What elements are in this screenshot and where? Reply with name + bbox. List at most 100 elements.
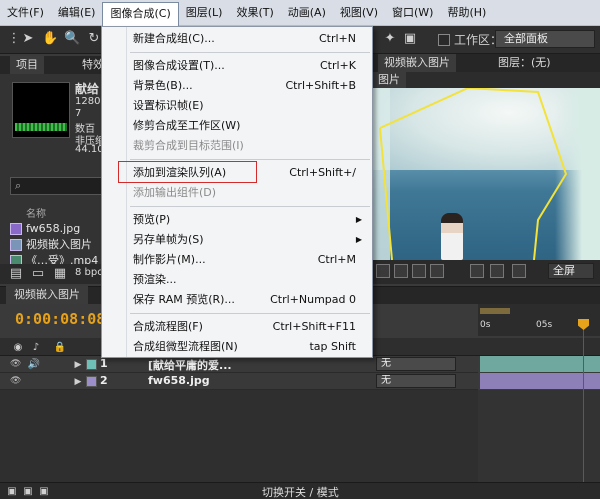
region-of-interest-button[interactable] <box>394 264 408 278</box>
menu-separator <box>130 52 370 53</box>
layer-switches-icon[interactable]: ▣ <box>4 484 20 499</box>
timeline-graph-area <box>478 390 600 482</box>
puppet-tool-icon[interactable]: ✦ <box>382 31 398 47</box>
tab-project[interactable]: 项目 <box>10 56 44 74</box>
menu-view[interactable]: 视图(V) <box>333 2 385 24</box>
snapshot-button[interactable] <box>470 264 484 278</box>
menu-item-composition-settings[interactable]: 图像合成设置(T)... Ctrl+K <box>104 56 372 76</box>
composition-viewer[interactable] <box>372 88 600 260</box>
menu-edit[interactable]: 编辑(E) <box>51 2 103 24</box>
show-channel-button[interactable] <box>490 264 504 278</box>
project-item[interactable]: 视频嵌入图片 <box>8 237 103 253</box>
parent-select[interactable]: 无 <box>376 374 456 388</box>
expand-triangle-icon[interactable]: ▶ <box>70 374 86 390</box>
workspace-checkbox[interactable] <box>438 34 450 46</box>
menu-separator <box>130 313 370 314</box>
search-icon: ⌕ <box>15 179 22 192</box>
project-search-input[interactable]: ⌕ <box>10 177 105 195</box>
label-color-swatch[interactable] <box>86 376 97 387</box>
menu-item-comp-flowchart[interactable]: 合成流程图(F) Ctrl+Shift+F11 <box>104 317 372 337</box>
lock-icon: 🔒 <box>53 342 67 353</box>
speaker-icon[interactable]: 🔊 <box>26 357 42 373</box>
parent-select[interactable]: 无 <box>376 357 456 371</box>
menu-bar: 文件(F) 编辑(E) 图像合成(C) 图层(L) 效果(T) 动画(A) 视图… <box>0 0 600 26</box>
menu-item-pre-render[interactable]: 预渲染... <box>104 270 372 290</box>
layer-duration-bar[interactable] <box>480 356 600 372</box>
expand-triangle-icon[interactable]: ▶ <box>70 357 86 373</box>
tab-comp-name[interactable]: 图片 <box>372 72 406 88</box>
selection-tool-icon[interactable]: ➤ <box>20 31 36 47</box>
new-folder-icon[interactable]: ▭ <box>30 266 46 282</box>
name-column-header[interactable]: 名称 <box>8 205 103 220</box>
mask-visibility-button[interactable] <box>430 264 444 278</box>
mask-path-line[interactable] <box>379 88 568 260</box>
menu-item-trim-comp-to-work-area[interactable]: 修剪合成至工作区(W) <box>104 116 372 136</box>
menu-item-save-ram-preview[interactable]: 保存 RAM 预览(R)... Ctrl+Numpad 0 <box>104 290 372 310</box>
workspace-select[interactable]: 全部面板 <box>495 30 595 48</box>
menu-effect[interactable]: 效果(T) <box>229 2 280 24</box>
menu-item-preview[interactable]: 预览(P) ▶ <box>104 210 372 230</box>
magnification-button[interactable] <box>376 264 390 278</box>
audio-icon: ♪ <box>32 342 40 353</box>
tab-composition-viewer[interactable]: 视频嵌入图片 <box>378 54 456 72</box>
in-out-icon[interactable]: ▣ <box>36 484 52 499</box>
menu-item-background-color[interactable]: 背景色(B)... Ctrl+Shift+B <box>104 76 372 96</box>
menu-item-crop-comp-to-region: 裁剪合成到目标范围(I) <box>133 139 244 152</box>
audio-waveform <box>15 123 67 131</box>
layer-duration-bar[interactable] <box>480 373 600 389</box>
label-color-swatch[interactable] <box>86 359 97 370</box>
work-area-bar[interactable] <box>480 308 510 314</box>
menu-item-make-movie[interactable]: 制作影片(M)... Ctrl+M <box>104 250 372 270</box>
tab-timeline[interactable]: 视频嵌入图片 <box>6 286 88 304</box>
timeline-layer-row[interactable]: 👁 ▶ 2 fw658.jpg 无 <box>0 373 478 390</box>
menu-composition[interactable]: 图像合成(C) <box>102 1 179 26</box>
project-thumbnail <box>12 82 70 138</box>
menu-item-comp-mini-flowchart[interactable]: 合成组微型流程图(N) tap Shift <box>104 337 372 357</box>
project-footer: ▤ ▭ ▦ 8 bpc <box>0 264 110 284</box>
playhead-line[interactable] <box>583 322 584 482</box>
rotate-tool-icon[interactable]: ↻ <box>86 31 102 47</box>
timeline-footer: ▣ ▣ ▣ 切换开关 / 模式 <box>0 482 600 499</box>
snap-icon[interactable]: ▣ <box>402 31 418 47</box>
menu-item-save-frame-as[interactable]: 另存单帧为(S) ▶ <box>104 230 372 250</box>
transparency-grid-button[interactable] <box>412 264 426 278</box>
menu-layer[interactable]: 图层(L) <box>179 2 230 24</box>
menu-file[interactable]: 文件(F) <box>0 2 51 24</box>
hand-tool-icon[interactable]: ✋ <box>42 31 58 47</box>
menu-help[interactable]: 帮助(H) <box>440 2 493 24</box>
menu-item-set-poster-time[interactable]: 设置标识帧(E) <box>104 96 372 116</box>
project-item-info-1: 7 <box>75 108 82 119</box>
project-item-info-4: 44.10 <box>75 144 104 155</box>
mask-path[interactable] <box>372 88 600 260</box>
resolution-button[interactable] <box>512 264 526 278</box>
resolution-select[interactable]: 全屏 <box>548 263 594 279</box>
mask-path-line-left[interactable] <box>379 127 393 260</box>
composition-icon <box>10 239 22 251</box>
interpret-footage-icon[interactable]: ▤ <box>8 266 24 282</box>
composition-menu: 新建合成组(C)... Ctrl+N 图像合成设置(T)... Ctrl+K 背景色… <box>101 26 373 358</box>
tab-layer-viewer[interactable]: 图层：(无) <box>492 54 557 72</box>
visibility-eye-icon[interactable]: 👁 <box>10 376 22 386</box>
transfer-controls-icon[interactable]: ▣ <box>20 484 36 499</box>
layer-number: 1 <box>100 357 108 370</box>
project-item-name: 献给 <box>75 82 100 96</box>
layer-name[interactable]: fw658.jpg <box>148 374 210 387</box>
menu-animation[interactable]: 动画(A) <box>281 2 333 24</box>
layer-name[interactable]: [献给平庸的爱... <box>148 357 232 373</box>
new-comp-icon[interactable]: ▦ <box>52 266 68 282</box>
menu-separator <box>130 159 370 160</box>
highlight-annotation-box <box>118 161 257 183</box>
menu-window[interactable]: 窗口(W) <box>385 2 440 24</box>
timeline-layer-row[interactable]: 👁 🔊 ▶ 1 [献给平庸的爱... 无 <box>0 356 478 373</box>
image-file-icon <box>10 223 22 235</box>
bit-depth-label[interactable]: 8 bpc <box>75 267 103 278</box>
current-timecode[interactable]: 0:00:08:08 <box>15 310 105 328</box>
project-item[interactable]: fw658.jpg <box>8 221 103 237</box>
toggle-switches-modes[interactable]: 切换开关 / 模式 <box>262 484 339 499</box>
menu-item-new-composition[interactable]: 新建合成组(C)... Ctrl+N <box>104 29 372 49</box>
submenu-arrow-icon: ▶ <box>355 235 362 244</box>
zoom-tool-icon[interactable]: 🔍 <box>64 31 80 47</box>
submenu-arrow-icon: ▶ <box>355 215 362 224</box>
visibility-eye-icon[interactable]: 👁 <box>10 359 22 369</box>
av-features-icon: ◉ <box>13 342 23 353</box>
